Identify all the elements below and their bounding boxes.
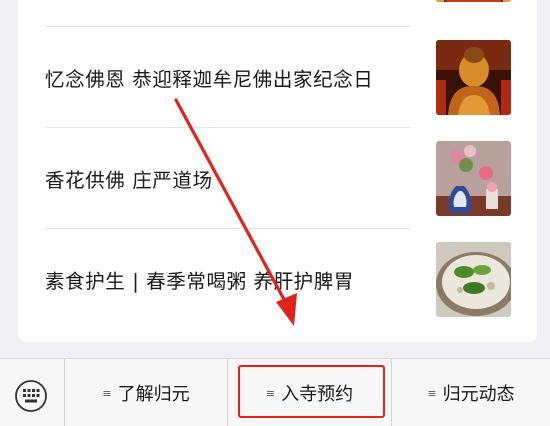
golden-buddha-statue-thumbnail[interactable] [436, 40, 511, 115]
list-item[interactable] [45, 0, 511, 15]
list-item[interactable]: 忆念佛恩 恭迎释迦牟尼佛出家纪念日 [45, 27, 511, 128]
article-title[interactable]: 香花供佛 庄严道场 [45, 164, 415, 193]
vegetable-porridge-bowl-thumbnail[interactable] [436, 242, 511, 317]
keyboard-icon [15, 380, 47, 412]
article-list-card: 忆念佛恩 恭迎释迦牟尼佛出家纪念日 香花供佛 庄严道场 素食护生 | 春季常喝粥… [18, 0, 537, 342]
temple-interior-thumbnail[interactable] [436, 0, 511, 2]
list-item[interactable]: 素食护生 | 春季常喝粥 养肝护脾胃 [45, 229, 511, 330]
menu-lines-icon: ≡ [102, 387, 112, 400]
list-item[interactable]: 香花供佛 庄严道场 [45, 128, 511, 229]
menu-item-label: 了解归元 [117, 383, 190, 405]
flower-offering-vase-thumbnail[interactable] [436, 141, 511, 216]
menu-item-news[interactable]: ≡ 归元动态 [392, 359, 550, 426]
article-title[interactable]: 素食护生 | 春季常喝粥 养肝护脾胃 [45, 265, 415, 294]
menu-lines-icon: ≡ [427, 387, 437, 400]
keyboard-toggle-button[interactable] [0, 359, 65, 426]
menu-item-label: 归元动态 [442, 383, 515, 405]
menu-item-about[interactable]: ≡ 了解归元 [65, 359, 227, 426]
highlight-box [238, 365, 385, 418]
article-title[interactable]: 忆念佛恩 恭迎释迦牟尼佛出家纪念日 [45, 63, 415, 92]
